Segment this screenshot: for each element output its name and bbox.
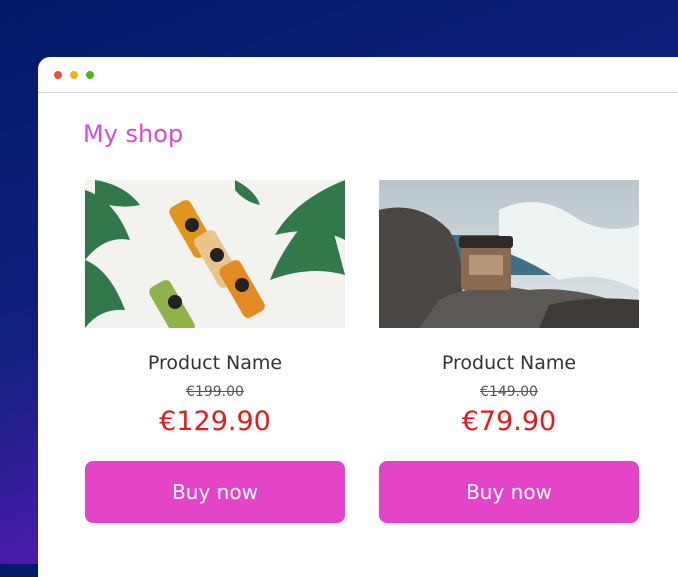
product-image	[85, 180, 345, 328]
buy-now-button[interactable]: Buy now	[379, 461, 639, 523]
product-name: Product Name	[441, 352, 577, 374]
browser-window: My shop Product Name €199.00 €129.90 Buy…	[38, 57, 678, 577]
original-price: €149.00	[480, 384, 538, 400]
close-window-dot[interactable]	[54, 71, 62, 79]
sale-price: €129.90	[159, 406, 271, 437]
product-name: Product Name	[147, 352, 283, 374]
title-bar	[38, 57, 678, 93]
maximize-window-dot[interactable]	[86, 71, 94, 79]
original-price: €199.00	[186, 384, 244, 400]
page-title: My shop	[83, 120, 184, 148]
buy-now-button[interactable]: Buy now	[85, 461, 345, 523]
minimize-window-dot[interactable]	[70, 71, 78, 79]
sale-price: €79.90	[461, 406, 557, 437]
product-card: Product Name €149.00 €79.90 Buy now	[379, 180, 639, 523]
product-card: Product Name €199.00 €129.90 Buy now	[85, 180, 345, 523]
product-image	[379, 180, 639, 328]
